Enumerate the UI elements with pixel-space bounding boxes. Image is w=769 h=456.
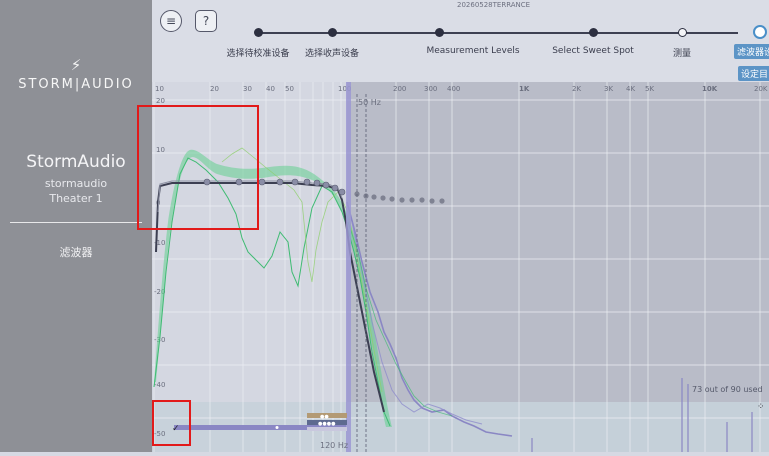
step-label-5[interactable]: 测量 [673,46,691,59]
filter-block-dots: ●●●● [318,421,336,427]
x-tick-label: 200 [393,85,406,93]
target-point[interactable] [291,178,299,186]
highlight-box-filter-start [152,400,191,446]
step-label-4[interactable]: Select Sweet Spot [552,46,634,56]
step-label-3[interactable]: Measurement Levels [426,46,519,56]
frequency-response-chart[interactable]: 10 20 30 40 50 100 200 300 400 1K 2K 3K … [137,82,769,452]
step-dot-2[interactable] [328,28,337,37]
x-tick-label: 2K [572,85,581,93]
wizard-header: ≡ ? 20260528TERRANCE 选择待校准设备 选择收声设备 Meas… [152,0,769,82]
step-label-1[interactable]: 选择待校准设备 [226,46,289,59]
target-point[interactable] [276,178,284,186]
project-title: 20260528TERRANCE [457,1,531,9]
device-theater: Theater 1 [49,192,103,205]
cursor-frequency-label: 50 Hz [358,98,381,107]
logo: STORM|AUDIO [18,77,134,92]
crossover-cursor[interactable] [346,82,351,452]
sidebar: ⚡ STORM|AUDIO StormAudio stormaudio Thea… [0,0,152,452]
x-tick-label: 10K [702,85,718,93]
step-dot-5[interactable] [678,28,687,37]
filter-usage-counter: 73 out of 90 used [692,385,763,394]
sidebar-divider [10,222,142,223]
x-tick-label: 5K [645,85,654,93]
step-dot-6-active[interactable] [753,25,767,39]
x-tick-label: 400 [447,85,460,93]
x-tick-label: 20K [754,85,768,93]
filter-block-dots: ●● [320,414,329,420]
step-label-2[interactable]: 选择收声设备 [305,46,359,59]
target-point[interactable] [258,178,266,186]
logo-bolt-icon: ⚡ [70,56,82,74]
y-tick-label: 20 [156,97,165,105]
menu-button[interactable]: ≡ [160,10,182,32]
x-tick-label: 3K [604,85,613,93]
filter-block-light[interactable] [307,427,347,431]
lock-icon[interactable]: ✓ [172,424,180,434]
target-point[interactable] [338,188,346,196]
x-tick-label: 30 [243,85,252,93]
x-tick-label: 20 [210,85,219,93]
target-point[interactable] [303,178,311,186]
filter-range-marker [275,426,279,429]
x-tick-label: 10 [155,85,164,93]
x-tick-label: 50 [285,85,294,93]
target-setting-tab[interactable]: 设定目 [738,66,769,81]
x-tick-label: 300 [424,85,437,93]
step-label-6-active[interactable]: 滤波器设 [734,44,769,59]
step-dot-4[interactable] [589,28,598,37]
device-subtitle: stormaudio [44,177,108,190]
target-point[interactable] [313,179,321,187]
help-button[interactable]: ? [195,10,217,32]
x-tick-label: 40 [266,85,275,93]
crossover-frequency-label: 120 Hz [320,441,348,450]
step-dot-1[interactable] [254,28,263,37]
menu-icon: ≡ [165,14,177,28]
y-tick-label: -40 [154,381,165,389]
step-dot-3[interactable] [435,28,444,37]
help-icon: ? [202,14,210,28]
device-name: StormAudio [26,152,126,172]
chart-filtered-zone [347,82,769,452]
x-tick-label: 1K [519,85,530,93]
highlight-box-low-frequency [137,105,259,230]
target-point[interactable] [331,184,339,192]
x-tick-label: 4K [626,85,635,93]
sidebar-item-filters[interactable]: 滤波器 [0,244,152,260]
target-point[interactable] [322,181,330,189]
expand-icon[interactable]: ⁘ [757,402,765,412]
